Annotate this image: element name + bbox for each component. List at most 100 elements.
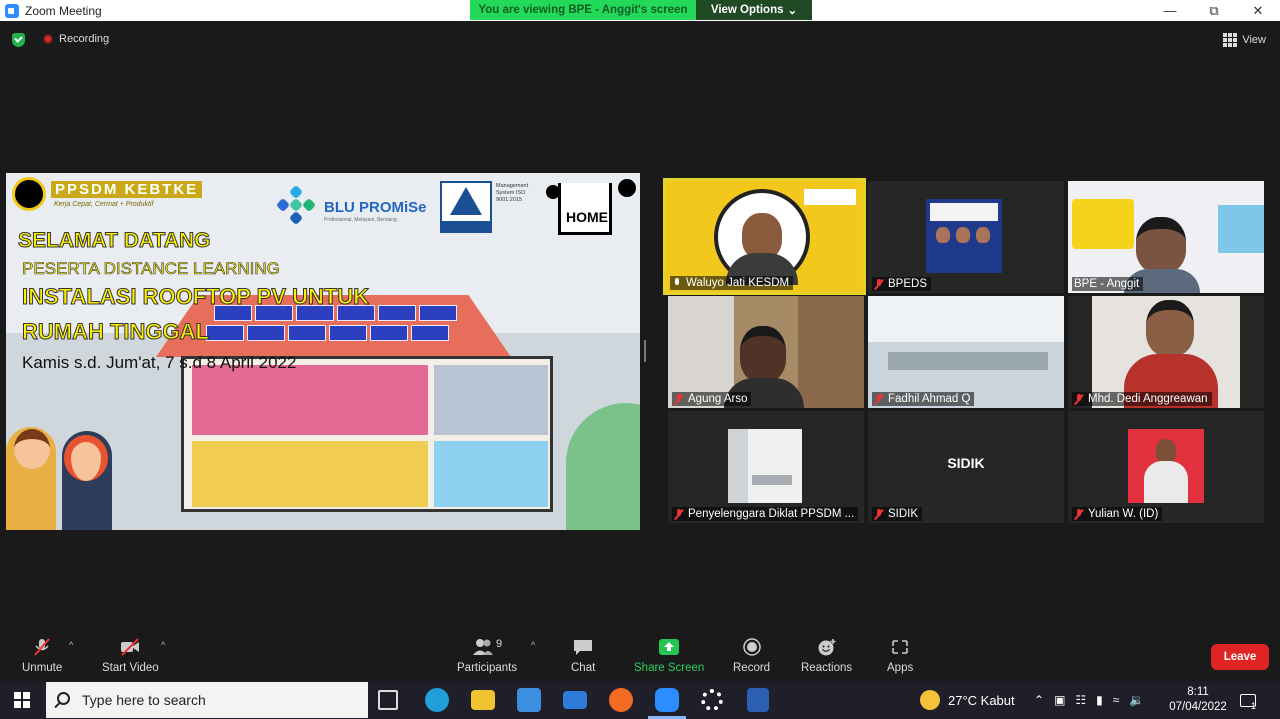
windows-start-icon[interactable] [14, 692, 30, 708]
reactions-label: Reactions [801, 662, 853, 674]
share-screen-button[interactable]: Share Screen [634, 638, 704, 674]
slide-date: Kamis s.d. Jum'at, 7 s.d 8 April 2022 [22, 353, 297, 372]
weather-sun-icon [920, 690, 940, 710]
participant-tile[interactable]: Yulian W. (ID) [1068, 411, 1264, 523]
chat-bubble-icon [574, 640, 593, 655]
participant-name: Mhd. Dedi Anggreawan [1072, 392, 1212, 406]
participant-name: BPEDS [872, 277, 931, 291]
chat-button[interactable]: Chat [571, 638, 595, 674]
unmute-button[interactable]: Unmute [22, 638, 62, 674]
participant-name-text: Mhd. Dedi Anggreawan [1088, 393, 1208, 405]
unmute-label: Unmute [22, 662, 63, 674]
record-button[interactable]: Record [733, 638, 770, 674]
office-ceiling [868, 296, 1064, 342]
edge-browser-icon[interactable] [425, 688, 449, 712]
video-camera-off-icon [121, 638, 140, 656]
share-screen-label: Share Screen [634, 662, 705, 674]
participants-button[interactable]: 9 Participants [457, 638, 517, 674]
recording-label: Recording [59, 33, 110, 45]
microphone-muted-icon [34, 638, 50, 656]
org-tagline: Kerja Cepat, Cermat + Produktif [54, 201, 154, 208]
room-wall [728, 429, 748, 503]
firefox-icon[interactable] [609, 688, 633, 712]
participant-tile[interactable]: BPE - Anggit [1068, 181, 1264, 293]
clock-time: 8:11 [1187, 686, 1209, 698]
system-tray[interactable]: ⌃ ▣ ☷ ▮ ≈ 🔉 [1034, 681, 1144, 719]
battery-icon[interactable]: ▮ [1096, 693, 1103, 707]
chevron-up-icon[interactable]: ⌃ [1034, 693, 1044, 707]
room-living [192, 441, 428, 507]
meet-now-icon[interactable]: ▣ [1054, 693, 1065, 707]
participant-name-text: SIDIK [888, 508, 919, 520]
participants-options-caret-icon[interactable]: ^ [531, 640, 535, 650]
blu-promise-logo-icon [277, 186, 315, 224]
volume-icon[interactable]: 🔉 [1129, 693, 1144, 707]
network-icon[interactable]: ☷ [1075, 693, 1086, 707]
settings-gear-icon[interactable] [701, 689, 723, 711]
view-options-button[interactable]: View Options ⌄ [696, 0, 812, 20]
tuv-certified-badge-icon [440, 181, 492, 233]
microphone-icon [672, 277, 682, 289]
participant-tile[interactable]: BPEDS [868, 181, 1064, 293]
slide-title-welcome: SELAMAT DATANG [17, 229, 211, 253]
participant-name: Fadhil Ahmad Q [872, 392, 975, 406]
record-label: Record [733, 662, 771, 674]
start-video-button[interactable]: Start Video [102, 638, 159, 674]
split-view-handle[interactable] [644, 340, 646, 362]
slide-title-course-2: RUMAH TINGGAL [22, 319, 210, 345]
participant-face [1146, 300, 1194, 356]
encryption-shield-icon[interactable] [12, 33, 25, 47]
task-view-icon[interactable] [378, 690, 398, 710]
virus-icon [546, 185, 560, 199]
weather-widget[interactable]: 27°C Kabut [920, 681, 1015, 719]
person-illustration-head [14, 429, 50, 469]
berakhlak-logo [804, 189, 856, 205]
participant-tile[interactable]: Penyelenggara Diklat PPSDM ... [668, 411, 864, 523]
participant-tile[interactable]: Fadhil Ahmad Q [868, 296, 1064, 408]
mail-icon[interactable] [563, 691, 587, 709]
participant-name-text: Fadhil Ahmad Q [888, 393, 971, 405]
wifi-icon[interactable]: ≈ [1113, 693, 1120, 707]
leave-button[interactable]: Leave [1211, 644, 1269, 670]
video-options-caret-icon[interactable]: ^ [161, 640, 165, 650]
stay-home-text: HOME [566, 209, 608, 225]
weather-text: 27°C Kabut [948, 692, 1015, 708]
minimize-button[interactable]: — [1148, 0, 1192, 21]
apps-button[interactable]: Apps [887, 638, 913, 674]
participant-tile[interactable]: SIDIK SIDIK [868, 411, 1064, 523]
meeting-toolbar: Unmute ^ Start Video ^ 9 Participants ^ … [0, 630, 1280, 680]
participant-body [1144, 461, 1188, 503]
participant-face [976, 227, 990, 243]
restore-button[interactable]: ⧉ [1192, 0, 1236, 21]
word-icon[interactable] [747, 688, 769, 712]
org-name: PPSDM KEBTKE [51, 181, 203, 198]
microsoft-store-icon[interactable] [517, 688, 541, 712]
microphone-muted-icon [874, 393, 884, 405]
taskbar-clock[interactable]: 8:11 07/04/2022 [1168, 685, 1228, 715]
zoom-logo-icon [5, 3, 19, 18]
reactions-button[interactable]: Reactions [801, 638, 852, 674]
record-icon [742, 638, 761, 656]
view-button[interactable]: View [1223, 33, 1266, 47]
participant-tile[interactable]: Agung Arso [668, 296, 864, 408]
share-screen-icon [659, 639, 680, 655]
room-kitchen [434, 365, 548, 435]
participant-tile[interactable]: Waluyo Jati KESDM [663, 178, 866, 295]
search-placeholder: Type here to search [82, 692, 206, 708]
room-dining [192, 365, 428, 435]
close-button[interactable]: ✕ [1236, 0, 1280, 21]
zoom-app-icon[interactable] [655, 688, 679, 712]
shared-screen: PPSDM KEBTKE Kerja Cepat, Cermat + Produ… [6, 173, 640, 530]
file-explorer-icon[interactable] [471, 690, 495, 710]
record-dot-icon [43, 34, 53, 44]
notification-center-icon[interactable]: 1 [1240, 681, 1256, 719]
clock-date: 07/04/2022 [1169, 701, 1227, 713]
taskbar-search-input[interactable]: Type here to search [46, 682, 368, 718]
participant-tile[interactable]: Mhd. Dedi Anggreawan [1068, 296, 1264, 408]
viewing-message: You are viewing BPE - Anggit's screen [470, 0, 696, 20]
participant-name-text: Penyelenggara Diklat PPSDM ... [688, 508, 855, 520]
curtain [798, 296, 864, 408]
participant-name: Waluyo Jati KESDM [670, 276, 794, 290]
audio-options-caret-icon[interactable]: ^ [69, 640, 73, 650]
recording-indicator[interactable]: Recording [43, 33, 109, 45]
